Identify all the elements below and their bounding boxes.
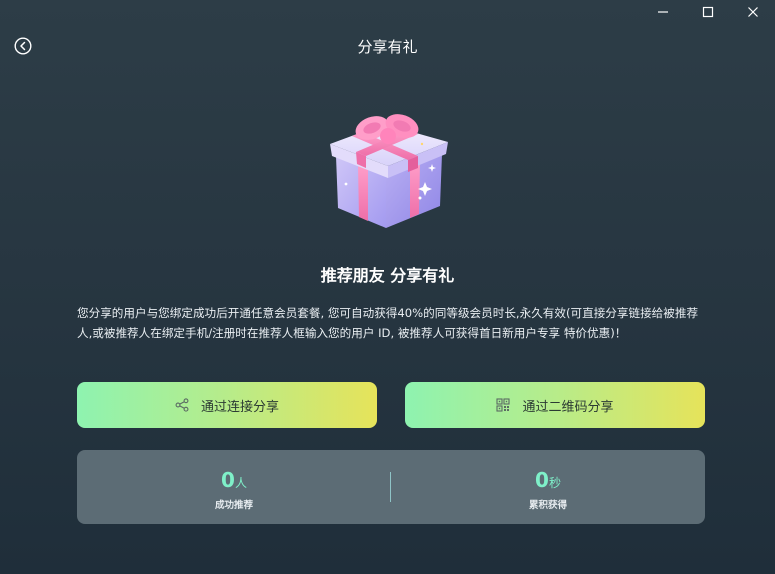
stat-earned-value-row: 0秒 [391, 468, 705, 495]
maximize-icon [702, 6, 713, 18]
qr-code-icon [496, 398, 511, 412]
close-button[interactable] [730, 0, 775, 24]
share-link-button[interactable]: 通过连接分享 [77, 382, 377, 428]
gift-box-illustration [322, 104, 456, 234]
hero-headline: 推荐朋友 分享有礼 [320, 266, 455, 285]
page-header: 分享有礼 [0, 28, 775, 64]
share-icon [175, 398, 189, 412]
share-link-label: 通过连接分享 [200, 399, 279, 415]
stat-earned-unit: 秒 [548, 476, 561, 490]
page-title: 分享有礼 [357, 38, 418, 56]
window-controls [640, 0, 775, 24]
stat-referrals-value: 0 [221, 468, 235, 492]
stat-earned-value: 0 [535, 468, 549, 492]
stat-referrals-label: 成功推荐 [214, 500, 253, 511]
maximize-button[interactable] [685, 0, 730, 24]
stat-earned-label: 累积获得 [528, 500, 567, 511]
minimize-button[interactable] [640, 0, 685, 24]
minimize-icon [657, 11, 668, 13]
stat-referrals: 0人 成功推荐 [77, 468, 391, 511]
referral-stats-panel: 0人 成功推荐 0秒 累积获得 [77, 450, 705, 524]
share-qr-label: 通过二维码分享 [522, 399, 614, 415]
stat-referrals-value-row: 0人 [77, 468, 391, 495]
stat-earned: 0秒 累积获得 [391, 468, 705, 511]
share-qr-button[interactable]: 通过二维码分享 [405, 382, 705, 428]
referral-description: 您分享的用户与您绑定成功后开通任意会员套餐, 您可自动获得40%的同等级会员时长… [77, 306, 699, 340]
stat-referrals-unit: 人 [234, 476, 247, 490]
close-icon [747, 7, 758, 17]
